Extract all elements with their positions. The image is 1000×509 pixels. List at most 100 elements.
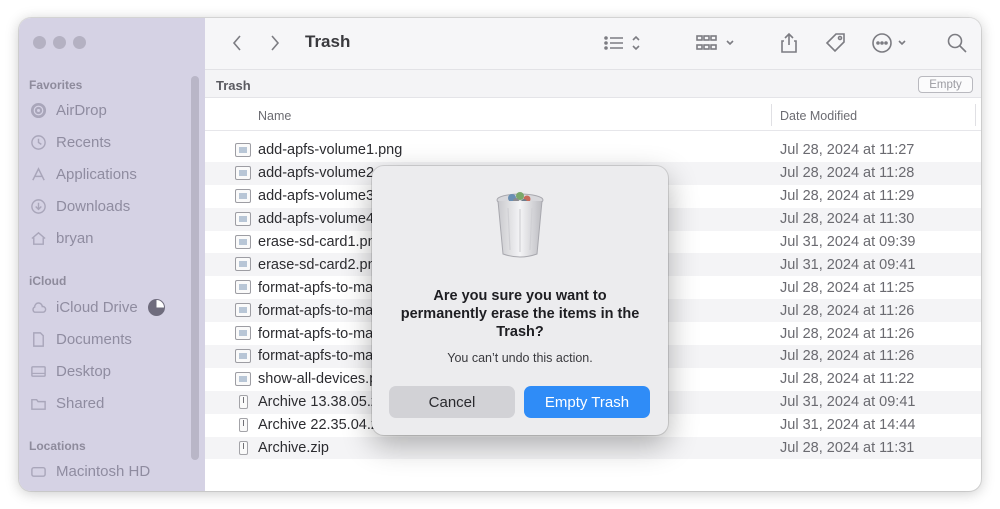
airdrop-icon [29, 101, 47, 119]
sidebar-item-icloud-drive[interactable]: iCloud Drive [29, 294, 199, 320]
sidebar-item-applications[interactable]: Applications [29, 161, 199, 187]
image-file-icon [235, 143, 251, 157]
column-divider[interactable] [771, 104, 772, 126]
sidebar-item-desktop[interactable]: Desktop [29, 358, 199, 384]
list-view-icon [604, 35, 640, 51]
file-date-modified: Jul 28, 2024 at 11:26 [780, 325, 915, 342]
shared-folder-icon [29, 394, 47, 412]
image-file-icon [235, 234, 251, 249]
dialog-message: You can’t undo this action. [447, 351, 593, 365]
chevron-left-icon [232, 35, 241, 51]
image-file-icon [235, 371, 251, 386]
view-options-button[interactable] [601, 30, 645, 56]
minimize-window-button[interactable] [53, 36, 66, 49]
share-button[interactable] [777, 30, 801, 56]
image-file-icon [235, 349, 251, 364]
image-file-icon [235, 211, 251, 226]
location-label: Trash [216, 78, 251, 93]
sidebar-item-label: AirDrop [56, 101, 107, 119]
sidebar-item-downloads[interactable]: Downloads [29, 193, 199, 219]
search-icon [947, 33, 967, 53]
more-actions-button[interactable] [871, 30, 915, 56]
disk-icon [29, 462, 47, 480]
file-date-modified: Jul 28, 2024 at 11:28 [780, 165, 915, 182]
toolbar: Trash [205, 18, 981, 70]
column-date-modified-header[interactable]: Date Modified [780, 109, 857, 123]
file-date-modified: Jul 31, 2024 at 09:41 [780, 256, 916, 273]
zip-file-icon [239, 417, 248, 432]
file-date-modified: Jul 28, 2024 at 11:29 [780, 188, 915, 205]
file-date-modified: Jul 28, 2024 at 11:30 [780, 211, 915, 228]
image-file-icon [235, 257, 251, 272]
sidebar-item-label: iCloud Drive [56, 298, 138, 316]
desktop-icon [29, 362, 47, 380]
image-file-icon [235, 165, 251, 180]
dialog-title: Are you sure you want to permanently era… [400, 288, 640, 340]
zip-file-icon [239, 440, 248, 455]
image-file-icon [235, 188, 251, 203]
sidebar-item-label: Downloads [56, 197, 131, 215]
sidebar-item-home[interactable]: bryan [29, 225, 199, 251]
sidebar-item-label: Documents [56, 330, 132, 348]
finder-window: Favorites AirDrop Recents Applications D… [19, 18, 981, 491]
ellipsis-circle-icon [872, 33, 906, 53]
share-icon [781, 32, 797, 53]
file-date-modified: Jul 28, 2024 at 11:27 [780, 142, 915, 159]
file-date-modified: Jul 31, 2024 at 09:41 [780, 394, 916, 411]
back-button[interactable] [227, 30, 247, 56]
file-name: Archive 13.38.05.zip [258, 394, 390, 411]
empty-trash-bar-button[interactable]: Empty [918, 76, 973, 93]
icloud-sync-progress-icon [148, 299, 165, 316]
sidebar-item-label: Recents [56, 133, 112, 151]
tags-button[interactable] [823, 30, 849, 56]
sidebar-section-favorites: Favorites [29, 78, 83, 92]
chevron-right-icon [271, 35, 280, 51]
file-date-modified: Jul 28, 2024 at 11:25 [780, 279, 915, 296]
applications-icon [29, 165, 47, 183]
group-button[interactable] [695, 30, 739, 56]
file-name: erase-sd-card2.png [258, 256, 384, 273]
image-file-icon [235, 326, 251, 341]
sidebar-item-recents[interactable]: Recents [29, 129, 199, 155]
sidebar-scrollbar[interactable] [191, 76, 199, 460]
sidebar-item-shared[interactable]: Shared [29, 390, 199, 416]
image-file-icon [235, 303, 251, 318]
clock-icon [29, 133, 47, 151]
sidebar-item-label: Macintosh HD [56, 462, 151, 480]
image-file-icon [235, 280, 251, 295]
file-row[interactable]: add-apfs-volume1.png Jul 28, 2024 at 11:2… [205, 139, 981, 162]
trash-can-icon [493, 190, 547, 260]
empty-trash-dialog: Are you sure you want to permanently era… [372, 166, 668, 435]
sidebar-item-macintosh-hd[interactable]: Macintosh HD [29, 458, 199, 484]
close-window-button[interactable] [33, 36, 46, 49]
empty-trash-button[interactable]: Empty Trash [524, 386, 650, 418]
sidebar-item-documents[interactable]: Documents [29, 326, 199, 352]
file-name: erase-sd-card1.png [258, 234, 384, 250]
sidebar: Favorites AirDrop Recents Applications D… [19, 18, 205, 491]
download-icon [29, 197, 47, 215]
sidebar-section-locations: Locations [29, 439, 86, 453]
sidebar-item-airdrop[interactable]: AirDrop [29, 97, 199, 123]
cancel-button[interactable]: Cancel [389, 386, 515, 418]
file-name: Archive.zip [258, 440, 329, 457]
file-date-modified: Jul 31, 2024 at 14:44 [780, 417, 916, 434]
zoom-window-button[interactable] [73, 36, 86, 49]
sidebar-item-label: Shared [56, 394, 105, 412]
trash-header-bar: Trash Empty [205, 70, 981, 98]
file-date-modified: Jul 28, 2024 at 11:26 [780, 348, 915, 365]
column-header: Name Date Modified [205, 98, 981, 131]
window-title: Trash [305, 32, 351, 51]
home-icon [29, 229, 47, 247]
cloud-icon [29, 298, 47, 316]
sidebar-item-label: bryan [56, 229, 94, 247]
sidebar-section-icloud: iCloud [29, 274, 67, 288]
column-divider[interactable] [975, 104, 976, 126]
document-icon [29, 330, 47, 348]
sidebar-item-label: Desktop [56, 362, 112, 380]
column-name-header[interactable]: Name [258, 109, 291, 123]
forward-button[interactable] [265, 30, 285, 56]
file-row[interactable]: Archive.zip Jul 28, 2024 at 11:31 [205, 436, 981, 460]
grid-icon [696, 35, 734, 50]
search-button[interactable] [945, 30, 969, 56]
file-name: Archive 22.35.04.zip [258, 417, 390, 434]
